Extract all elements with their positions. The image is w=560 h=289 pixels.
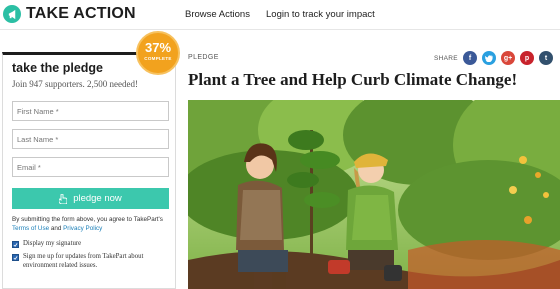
pledge-panel: take the pledge Join 947 supporters. 2,5… xyxy=(2,52,176,289)
pledge-now-label: pledge now xyxy=(73,193,122,204)
hand-icon xyxy=(59,193,68,204)
email-field[interactable] xyxy=(12,157,169,177)
last-name-field[interactable] xyxy=(12,129,169,149)
nav-browse-actions[interactable]: Browse Actions xyxy=(185,9,250,20)
top-navigation-bar: TAKE ACTION Browse Actions Login to trac… xyxy=(0,0,560,30)
article-kicker: PLEDGE xyxy=(188,54,219,61)
pledge-supporters: Join 947 supporters. 2,500 needed! xyxy=(12,79,138,89)
facebook-glyph: f xyxy=(468,54,472,62)
privacy-policy-link[interactable]: Privacy Policy xyxy=(63,225,102,232)
terms-text: By submitting the form above, you agree … xyxy=(12,216,163,223)
facebook-icon[interactable]: f xyxy=(463,51,477,65)
updates-signup-checkbox[interactable] xyxy=(12,254,19,261)
updates-signup-row: Sign me up for updates from TakePart abo… xyxy=(12,253,172,270)
brand-name: TAKE ACTION xyxy=(26,5,136,22)
progress-badge: 37% COMPLETE xyxy=(136,31,180,75)
first-name-field[interactable] xyxy=(12,101,169,121)
share-label: SHARE xyxy=(434,55,458,62)
twitter-icon[interactable] xyxy=(482,51,496,65)
display-signature-label: Display my signature xyxy=(23,240,82,247)
pinterest-glyph: p xyxy=(524,54,530,62)
updates-signup-label: Sign me up for updates from TakePart abo… xyxy=(23,253,144,269)
pledge-now-button[interactable]: pledge now xyxy=(12,188,169,209)
tumblr-icon[interactable]: t xyxy=(539,51,553,65)
hero-photo xyxy=(188,100,560,289)
tumblr-glyph: t xyxy=(544,54,548,62)
terms-and: and xyxy=(50,225,62,232)
terms-of-use-link[interactable]: Terms of Use xyxy=(12,225,49,232)
pledge-title: take the pledge xyxy=(12,61,103,75)
progress-percent: 37% xyxy=(144,40,172,55)
google-plus-glyph: g+ xyxy=(503,54,513,62)
article-headline: Plant a Tree and Help Curb Climate Chang… xyxy=(188,70,518,89)
brand-logo[interactable]: TAKE ACTION xyxy=(3,5,136,23)
google-plus-icon[interactable]: g+ xyxy=(501,51,515,65)
megaphone-icon xyxy=(3,5,21,23)
terms-notice: By submitting the form above, you agree … xyxy=(12,215,172,233)
display-signature-row: Display my signature xyxy=(12,240,172,249)
display-signature-checkbox[interactable] xyxy=(12,241,19,248)
progress-label: COMPLETE xyxy=(144,56,172,61)
nav-login[interactable]: Login to track your impact xyxy=(266,9,375,20)
pinterest-icon[interactable]: p xyxy=(520,51,534,65)
